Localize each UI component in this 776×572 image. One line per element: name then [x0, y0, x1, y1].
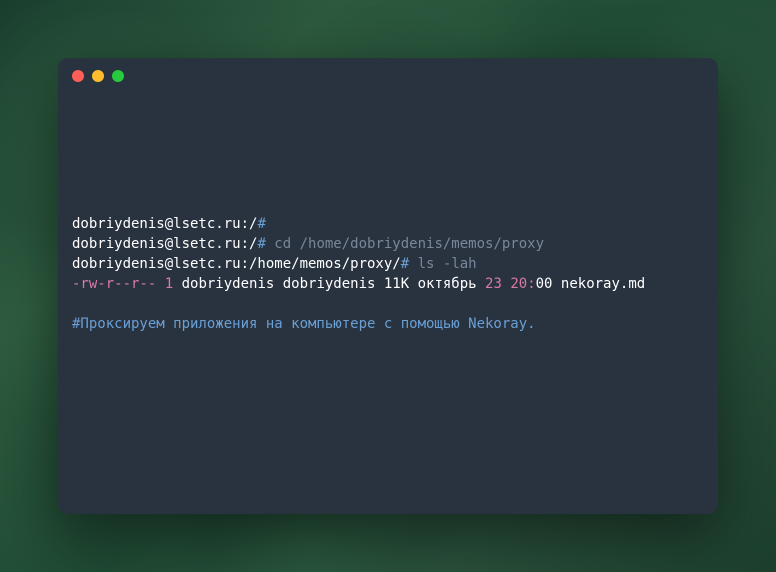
markdown-heading: #Проксируем приложения на компьютере с п…: [72, 316, 536, 332]
file-permissions: -rw-r--r--: [72, 276, 156, 292]
time-colon: :: [527, 276, 535, 292]
prompt-user: dobriydenis@lsetc.ru:/home/memos/proxy/: [72, 256, 401, 272]
command-text: ls -lah: [409, 256, 476, 272]
command-text: cd /home/dobriydenis/memos/proxy: [266, 236, 544, 252]
prompt-hash: #: [257, 216, 265, 232]
prompt-hash: #: [401, 256, 409, 272]
prompt-user: dobriydenis@lsetc.ru:/: [72, 216, 257, 232]
window-titlebar: [58, 58, 718, 94]
minimize-icon[interactable]: [92, 70, 104, 82]
file-hour: 20: [510, 276, 527, 292]
terminal-output[interactable]: dobriydenis@lsetc.ru:/# dobriydenis@lset…: [58, 94, 718, 348]
file-name: nekoray.md: [552, 276, 645, 292]
close-icon[interactable]: [72, 70, 84, 82]
file-day: 23: [485, 276, 502, 292]
terminal-window[interactable]: dobriydenis@lsetc.ru:/# dobriydenis@lset…: [58, 58, 718, 514]
maximize-icon[interactable]: [112, 70, 124, 82]
file-minute: 00: [536, 276, 553, 292]
file-owner-size: dobriydenis dobriydenis 11K октябрь: [173, 276, 485, 292]
file-links: 1: [156, 276, 173, 292]
prompt-hash: #: [257, 236, 265, 252]
prompt-user: dobriydenis@lsetc.ru:/: [72, 236, 257, 252]
